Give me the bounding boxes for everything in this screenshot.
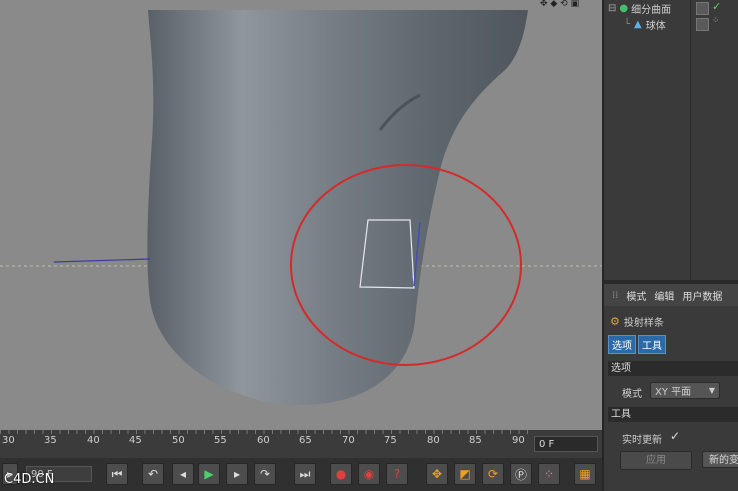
go-to-start-icon[interactable]: ⏮ xyxy=(106,463,128,485)
tab-user-data[interactable]: 用户数据 xyxy=(682,288,722,303)
autokey-icon[interactable]: ◉ xyxy=(358,463,380,485)
subdivision-surface-icon: ● xyxy=(619,2,629,14)
mode-value: XY 平面 xyxy=(655,387,692,398)
rotate-key-icon[interactable]: ⟳ xyxy=(482,463,504,485)
help-keyframe-icon[interactable]: ? xyxy=(386,463,408,485)
object-label-sphere: 球体 xyxy=(645,20,666,32)
watermark-text: C4D.CN xyxy=(4,472,55,487)
tab-edit[interactable]: 编辑 xyxy=(654,288,674,303)
object-row-sphere[interactable]: └ ▲ 球体 xyxy=(624,16,666,32)
visibility-tag[interactable] xyxy=(696,2,709,15)
tick-label: 90 xyxy=(512,435,525,446)
timeline-ticks xyxy=(0,430,530,434)
tab-mode[interactable]: 模式 xyxy=(626,288,646,303)
subtab-bar: 选项 工具 xyxy=(608,335,666,354)
section-tool: 工具 xyxy=(608,407,738,422)
dots-icon[interactable]: ⁘ xyxy=(712,16,720,26)
visibility-tag-sphere[interactable] xyxy=(696,18,709,31)
timeline[interactable]: 30 35 40 45 50 55 60 65 70 75 80 85 90 0… xyxy=(0,430,602,458)
tick-label: 35 xyxy=(44,435,57,446)
mode-label: 模式 xyxy=(622,389,642,400)
subtab-options[interactable]: 选项 xyxy=(608,335,636,354)
prev-key-icon[interactable]: ↶ xyxy=(142,463,164,485)
tick-label: 40 xyxy=(87,435,100,446)
tick-label: 85 xyxy=(469,435,482,446)
viewport-canvas[interactable]: ✥ ◆ ⟲ ▣ xyxy=(0,0,602,430)
projected-spline-icon: ⚙ xyxy=(610,315,620,328)
film-icon[interactable]: ▦ xyxy=(574,463,596,485)
tree-line-icon: └ xyxy=(624,18,631,30)
tick-label: 45 xyxy=(129,435,142,446)
play-icon[interactable]: ▶ xyxy=(198,463,220,485)
tree-collapse-icon[interactable]: ⊟ xyxy=(608,3,616,14)
apply-button[interactable]: 应用 xyxy=(620,451,692,470)
sphere-icon: ▲ xyxy=(634,18,642,30)
realtime-label: 实时更新 xyxy=(622,435,662,446)
tick-label: 50 xyxy=(172,435,185,446)
prev-frame-icon[interactable]: ◂ xyxy=(172,463,194,485)
tick-label: 60 xyxy=(257,435,270,446)
tick-label: 30 xyxy=(2,435,15,446)
attributes-tabbar: ⁞⁞ 模式 编辑 用户数据 xyxy=(604,284,738,306)
tick-label: 75 xyxy=(384,435,397,446)
viewport[interactable]: ✥ ◆ ⟲ ▣ xyxy=(0,0,602,430)
next-key-icon[interactable]: ↷ xyxy=(254,463,276,485)
go-to-end-icon[interactable]: ⏭ xyxy=(294,463,316,485)
object-label-subdivision: 细分曲面 xyxy=(631,4,672,16)
viewport-nav-icons[interactable]: ✥ ◆ ⟲ ▣ xyxy=(540,0,579,9)
tick-label: 80 xyxy=(427,435,440,446)
right-panel: ⊟ ● 细分曲面 ✓ └ ▲ 球体 ⁘ ⁞⁞ 模式 编辑 用户数据 ⚙ 投射样条… xyxy=(602,0,738,491)
tick-label: 65 xyxy=(299,435,312,446)
transport-bar: ▸ 90 F ⏮ ↶ ◂ ▶ ▸ ↷ ⏭ ● ◉ ? ✥ ◩ ⟳ Ⓟ ⁘ ▦ xyxy=(0,458,602,491)
tick-label: 70 xyxy=(342,435,355,446)
record-icon[interactable]: ● xyxy=(330,463,352,485)
enabled-check-icon[interactable]: ✓ xyxy=(712,0,721,13)
tick-label: 55 xyxy=(214,435,227,446)
move-key-icon[interactable]: ✥ xyxy=(426,463,448,485)
axis-line xyxy=(53,258,151,263)
grip-icon: ⁞⁞ xyxy=(612,289,619,301)
current-frame-field[interactable]: 0 F xyxy=(534,436,598,452)
scale-key-icon[interactable]: ◩ xyxy=(454,463,476,485)
realtime-checkbox[interactable]: ✓ xyxy=(670,429,680,443)
subtab-tool[interactable]: 工具 xyxy=(638,335,666,354)
object-title: ⚙ 投射样条 xyxy=(610,314,664,329)
section-options: 选项 xyxy=(608,361,738,376)
column-divider xyxy=(690,0,691,282)
point-level-icon[interactable]: ⁘ xyxy=(538,463,560,485)
object-name: 投射样条 xyxy=(623,318,664,329)
parameter-key-icon[interactable]: Ⓟ xyxy=(510,463,532,485)
chevron-down-icon: ▼ xyxy=(708,386,715,395)
object-row-subdivision[interactable]: ⊟ ● 细分曲面 xyxy=(608,0,671,16)
mode-select[interactable]: XY 平面 ▼ xyxy=(650,382,720,399)
new-transform-button[interactable]: 新的变 xyxy=(702,451,738,468)
next-frame-icon[interactable]: ▸ xyxy=(226,463,248,485)
